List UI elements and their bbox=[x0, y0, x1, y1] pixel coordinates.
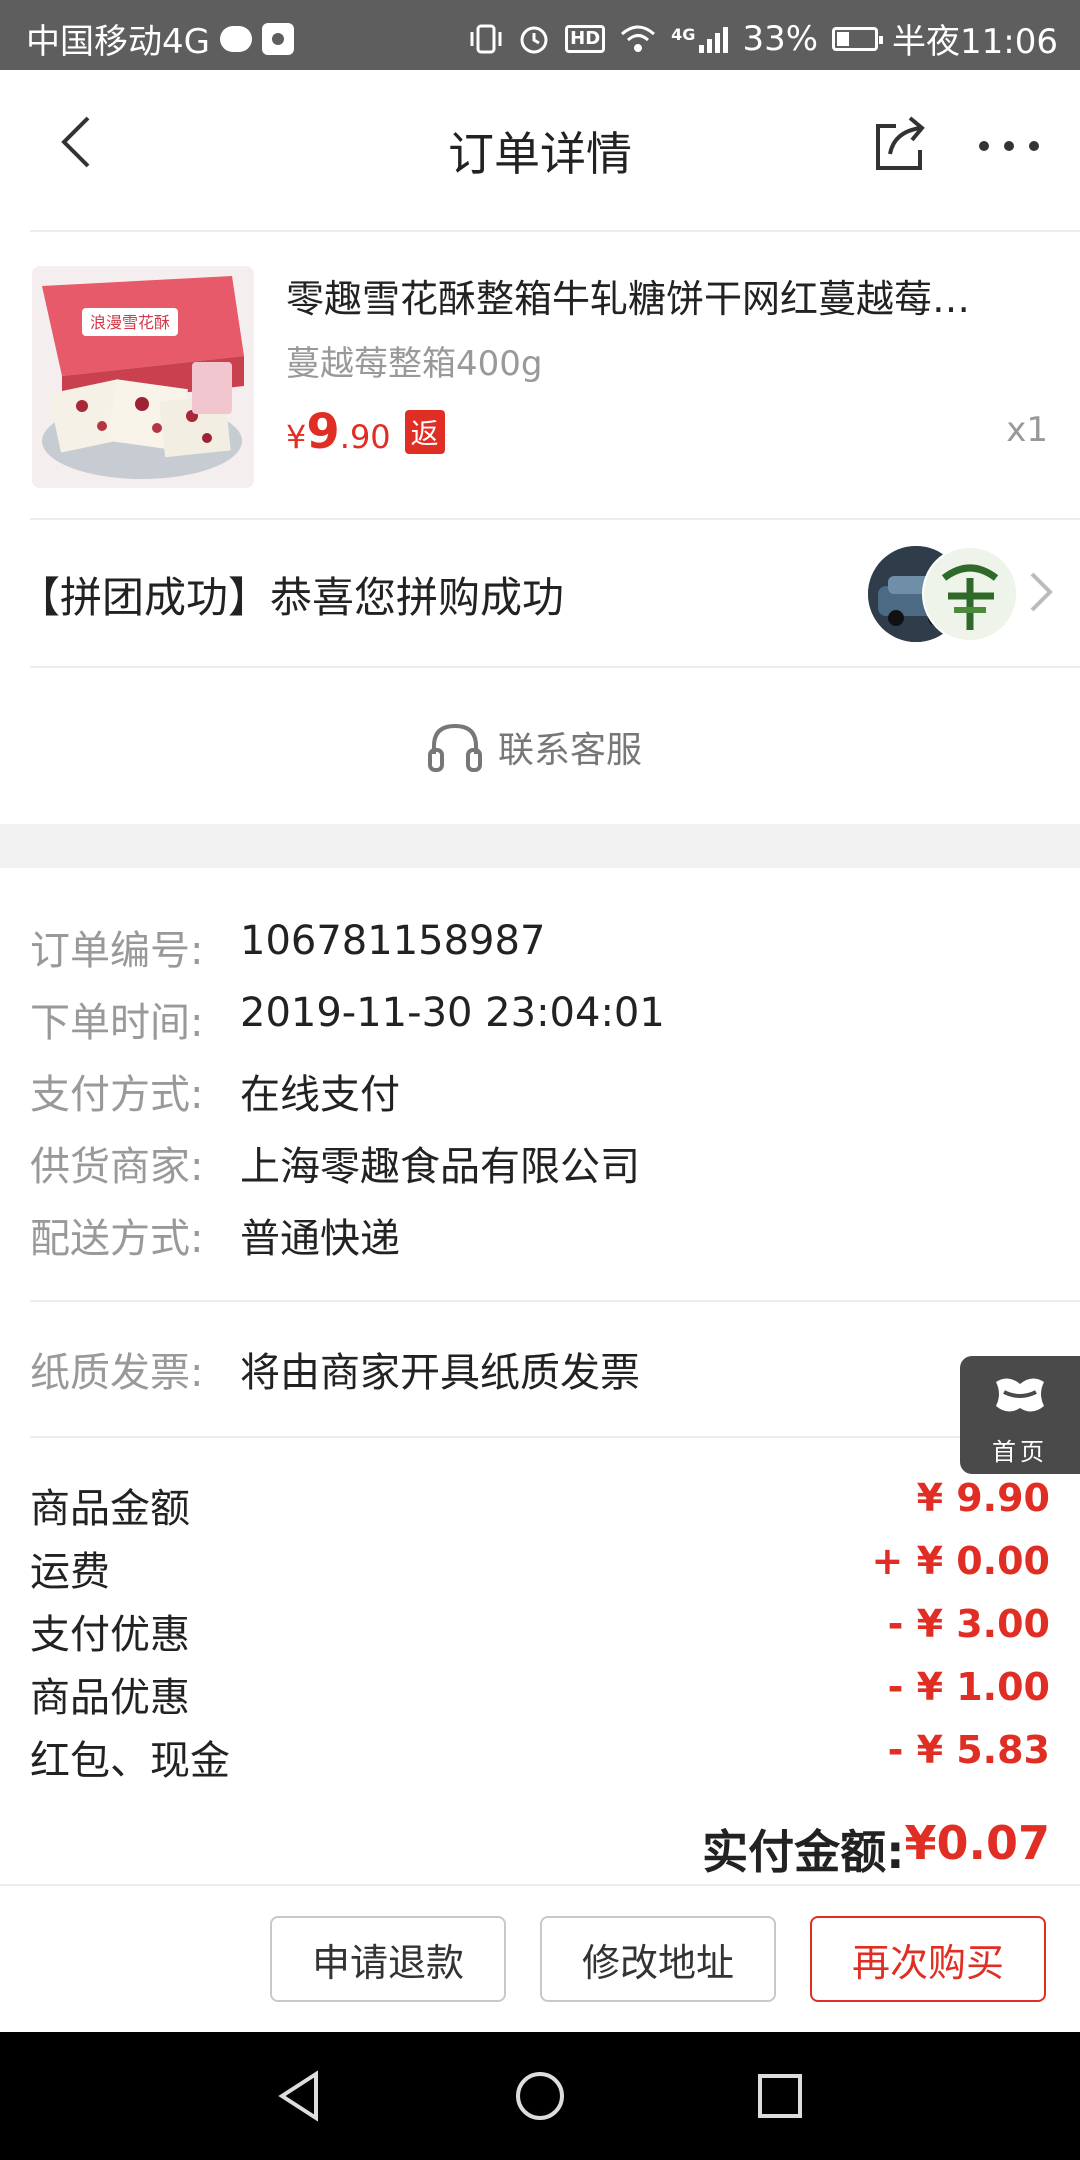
app-header: 订单详情 bbox=[0, 70, 1080, 230]
amount-row: 运费 + ¥ 0.00 bbox=[30, 1539, 1050, 1597]
info-label: 订单编号: bbox=[30, 928, 204, 974]
buy-again-button[interactable]: 再次购买 bbox=[810, 1916, 1046, 2002]
nav-recents-icon[interactable] bbox=[750, 2066, 810, 2126]
share-icon[interactable] bbox=[870, 114, 930, 174]
product-card[interactable]: 浪漫雪花酥 零趣雪花酥整箱牛轧糖饼干网红蔓越莓… 蔓越莓整箱400g ¥ 9 .… bbox=[0, 232, 1080, 518]
rebate-badge: 返 bbox=[404, 410, 445, 454]
amount-value: ¥ 9.90 bbox=[916, 1476, 1050, 1520]
amount-row: 商品金额 ¥ 9.90 bbox=[30, 1476, 1050, 1534]
group-buy-status-text: 【拼团成功】恭喜您拼购成功 bbox=[18, 573, 565, 622]
info-label: 支付方式: bbox=[30, 1072, 204, 1118]
invoice-row: 纸质发票: 将由商家开具纸质发票 bbox=[30, 1340, 640, 1398]
amount-row: 红包、现金 - ¥ 5.83 bbox=[30, 1728, 1050, 1786]
product-image: 浪漫雪花酥 bbox=[32, 266, 254, 488]
contact-service-button[interactable]: 联系客服 bbox=[426, 718, 642, 776]
bottom-action-bar: 申请退款 修改地址 再次购买 bbox=[0, 1884, 1080, 2032]
payment-method-row: 支付方式: 在线支付 bbox=[30, 1062, 400, 1120]
info-label: 供货商家: bbox=[30, 1144, 204, 1190]
amount-label: 商品金额 bbox=[30, 1486, 190, 1532]
total-paid-label: 实付金额: bbox=[702, 1825, 905, 1879]
status-bar: 中国移动4G HD 4G 33% 半夜11:06 bbox=[0, 0, 1080, 70]
battery-icon bbox=[832, 26, 884, 51]
product-name[interactable]: 零趣雪花酥整箱牛轧糖饼干网红蔓越莓… bbox=[286, 268, 1048, 323]
chat-notification-icon bbox=[219, 25, 252, 52]
amount-value: + ¥ 0.00 bbox=[871, 1539, 1051, 1583]
order-time: 2019-11-30 23:04:01 bbox=[240, 990, 665, 1036]
headset-icon bbox=[428, 723, 482, 772]
product-thumbnail[interactable]: 浪漫雪花酥 bbox=[32, 266, 254, 488]
divider bbox=[30, 1300, 1080, 1302]
contact-service-row: 联系客服 bbox=[0, 668, 1080, 824]
total-paid: 实付金额: ¥0.07 bbox=[702, 1816, 1050, 1882]
vibrate-icon bbox=[470, 24, 502, 53]
carrier-text: 中国移动4G bbox=[26, 22, 210, 62]
product-price: ¥ 9 .90 返 bbox=[286, 404, 445, 460]
more-options-icon[interactable] bbox=[974, 126, 1044, 166]
amount-label: 运费 bbox=[30, 1549, 110, 1595]
box-label: 浪漫雪花酥 bbox=[90, 313, 170, 332]
price-integer: 9 bbox=[306, 404, 340, 460]
refund-button[interactable]: 申请退款 bbox=[270, 1916, 506, 2002]
group-member-avatars[interactable] bbox=[868, 546, 1018, 642]
product-spec: 蔓越莓整箱400g bbox=[286, 344, 543, 384]
battery-percent: 33% bbox=[742, 18, 819, 59]
info-label: 下单时间: bbox=[30, 1000, 204, 1046]
system-nav-bar bbox=[0, 2032, 1080, 2160]
order-number: 106781158987 bbox=[240, 918, 546, 964]
status-left: 中国移动4G bbox=[26, 14, 294, 63]
amount-label: 红包、现金 bbox=[30, 1738, 230, 1784]
shipping-method-row: 配送方式: 普通快递 bbox=[30, 1206, 400, 1264]
baidu-notification-icon bbox=[261, 22, 294, 55]
clock: 半夜11:06 bbox=[892, 22, 1058, 62]
amount-row: 支付优惠 - ¥ 3.00 bbox=[30, 1602, 1050, 1660]
info-label: 配送方式: bbox=[30, 1216, 204, 1262]
wifi-icon bbox=[621, 25, 656, 52]
avatar bbox=[922, 546, 1018, 642]
signal-icon bbox=[699, 25, 729, 53]
section-gap bbox=[0, 824, 1080, 868]
amount-label: 商品优惠 bbox=[30, 1675, 190, 1721]
price-currency: ¥ bbox=[286, 418, 307, 456]
alarm-icon bbox=[520, 26, 548, 53]
price-decimal: .90 bbox=[339, 418, 391, 456]
payment-method: 在线支付 bbox=[240, 1072, 400, 1118]
home-logo-icon bbox=[996, 1378, 1044, 1412]
supplier-name: 上海零趣食品有限公司 bbox=[240, 1144, 640, 1190]
info-label: 纸质发票: bbox=[30, 1350, 204, 1396]
chevron-right-icon[interactable] bbox=[1026, 570, 1056, 614]
shipping-method: 普通快递 bbox=[240, 1216, 400, 1262]
amount-label: 支付优惠 bbox=[30, 1612, 190, 1658]
order-number-row: 订单编号: 106781158987 bbox=[30, 918, 545, 976]
amount-value: - ¥ 3.00 bbox=[887, 1602, 1050, 1646]
contact-service-label: 联系客服 bbox=[498, 730, 643, 771]
order-time-row: 下单时间: 2019-11-30 23:04:01 bbox=[30, 990, 665, 1048]
status-right: HD 4G 33% 半夜11:06 bbox=[469, 14, 1058, 63]
home-float-label: 首页 bbox=[992, 1438, 1048, 1466]
nav-home-icon[interactable] bbox=[510, 2066, 570, 2126]
hd-icon: HD bbox=[565, 24, 606, 53]
product-quantity: x1 bbox=[1006, 410, 1048, 450]
total-paid-value: ¥0.07 bbox=[904, 1816, 1050, 1870]
amount-value: - ¥ 5.83 bbox=[887, 1728, 1050, 1772]
invoice-value: 将由商家开具纸质发票 bbox=[240, 1350, 640, 1396]
supplier-row: 供货商家: 上海零趣食品有限公司 bbox=[30, 1134, 640, 1192]
home-float-button[interactable]: 首页 bbox=[960, 1356, 1080, 1474]
lte-label: 4G bbox=[671, 24, 696, 44]
signal-group: 4G bbox=[671, 24, 729, 53]
divider bbox=[30, 1436, 1080, 1438]
group-buy-status-row[interactable]: 【拼团成功】恭喜您拼购成功 bbox=[0, 520, 1080, 666]
amount-row: 商品优惠 - ¥ 1.00 bbox=[30, 1665, 1050, 1723]
change-address-button[interactable]: 修改地址 bbox=[540, 1916, 776, 2002]
amount-value: - ¥ 1.00 bbox=[887, 1665, 1050, 1709]
nav-back-icon[interactable] bbox=[270, 2066, 330, 2126]
